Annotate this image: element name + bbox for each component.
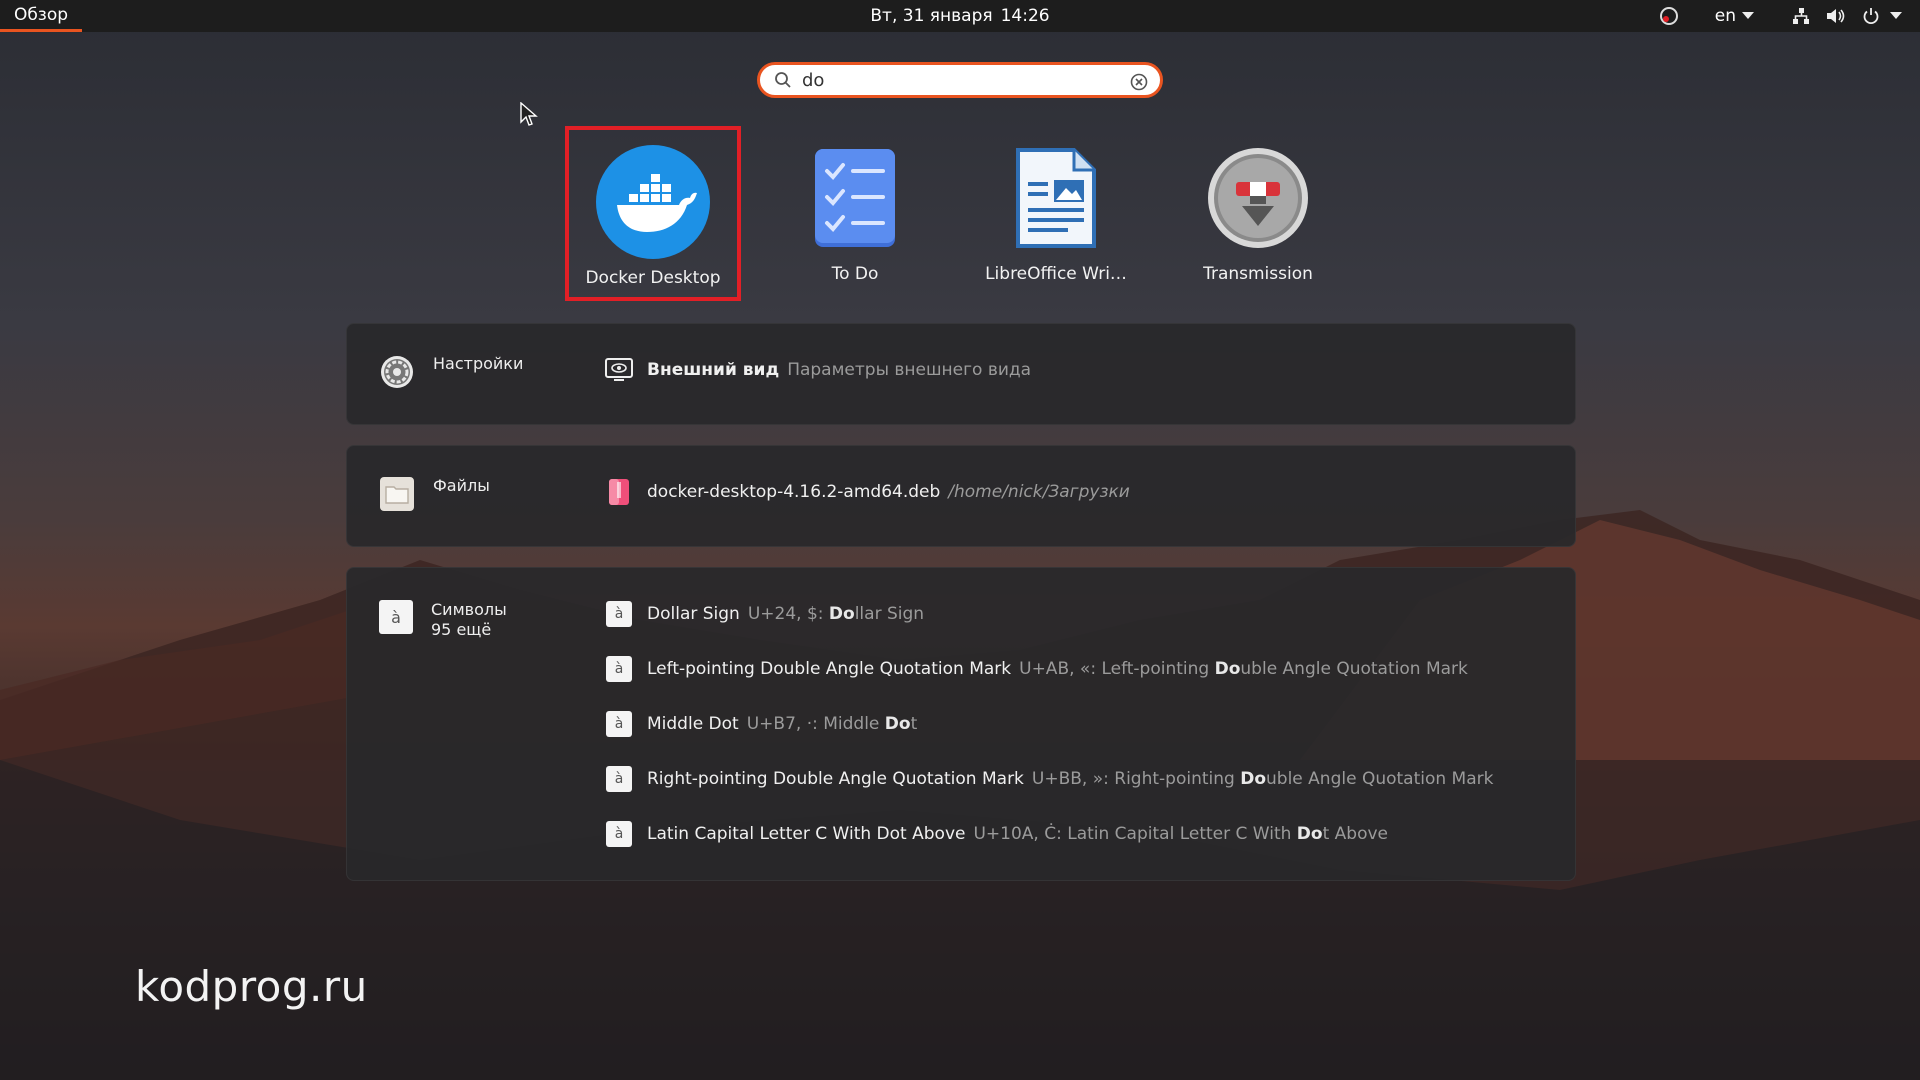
characters-app-icon: à [379, 600, 413, 634]
result-title: Внешний вид [647, 360, 780, 380]
result-character[interactable]: à Dollar Sign U+24, $: Dollar Sign [605, 598, 924, 630]
settings-gear-icon [381, 356, 413, 388]
appearance-icon [605, 358, 633, 381]
result-character[interactable]: à Right-pointing Double Angle Quotation … [605, 763, 1493, 795]
app-transmission[interactable]: Transmission [1170, 126, 1346, 301]
todo-icon [797, 140, 913, 256]
indicator-applet[interactable] [1659, 6, 1679, 26]
provider-settings[interactable]: Настройки [379, 354, 523, 390]
app-to-do[interactable]: To Do [767, 126, 943, 301]
transmission-icon [1200, 140, 1316, 256]
keyboard-layout-label: en [1714, 6, 1736, 26]
result-description: U+B7, ·: Middle Dot [746, 714, 918, 734]
app-docker-desktop[interactable]: Docker Desktop [565, 126, 741, 301]
result-title: Middle Dot [647, 714, 739, 734]
provider-name: Файлы [433, 476, 490, 495]
app-label: Docker Desktop [585, 268, 721, 288]
search-input[interactable] [800, 68, 1104, 92]
app-label: Transmission [1203, 264, 1313, 284]
power-icon [1863, 8, 1879, 25]
more-results-count: 95 ещё [431, 620, 492, 639]
result-description: U+BB, »: Right-pointing Double Angle Quo… [1031, 769, 1494, 789]
volume-icon [1827, 9, 1845, 23]
app-label: LibreOffice Wri… [985, 264, 1127, 284]
result-character[interactable]: à Middle Dot U+B7, ·: Middle Dot [605, 708, 917, 740]
watermark-text: kodprog.ru [135, 962, 368, 1011]
provider-files[interactable]: Файлы [379, 476, 490, 512]
result-title: Left-pointing Double Angle Quotation Mar… [647, 659, 1012, 679]
chevron-down-icon [1890, 12, 1902, 19]
result-title: Latin Capital Letter C With Dot Above [647, 824, 966, 844]
files-results-panel: Файлы docker-desktop-4.16.2-amd64.deb /h… [346, 445, 1576, 547]
app-results: Docker Desktop To Do LibreOffice Wri… Tr… [0, 126, 1920, 301]
keyboard-layout-menu[interactable]: en [1715, 6, 1754, 26]
chevron-down-icon [1742, 12, 1754, 19]
volume-indicator[interactable] [1826, 7, 1846, 25]
mouse-cursor-icon [520, 102, 538, 126]
result-description: U+AB, «: Left-pointing Double Angle Quot… [1019, 659, 1468, 679]
characters-results-panel: à Символы 95 ещё à Dollar Sign U+24, $: … [346, 567, 1576, 881]
result-title: Right-pointing Double Angle Quotation Ma… [647, 769, 1024, 789]
result-deb-file[interactable]: docker-desktop-4.16.2-amd64.deb /home/ni… [605, 476, 1130, 508]
result-character[interactable]: à Latin Capital Letter C With Dot Above … [605, 818, 1388, 850]
clock[interactable]: Вт, 31 января 14:26 [870, 0, 1049, 32]
provider-name: Символы [431, 600, 507, 619]
search-box[interactable] [757, 62, 1163, 98]
result-character[interactable]: à Left-pointing Double Angle Quotation M… [605, 653, 1468, 685]
result-description: Параметры внешнего вида [787, 360, 1032, 380]
result-description: U+10A, Ċ: Latin Capital Letter C With Do… [973, 824, 1389, 844]
character-icon: à [606, 656, 632, 682]
top-bar: Обзор Вт, 31 января 14:26 en [0, 0, 1920, 32]
recording-icon [1659, 7, 1678, 25]
result-title: Dollar Sign [647, 604, 740, 624]
docker-icon [595, 144, 711, 260]
clear-search-icon[interactable] [1130, 73, 1148, 91]
network-indicator[interactable] [1792, 7, 1810, 25]
deb-package-icon [609, 479, 629, 505]
system-tray: en [1651, 0, 1920, 32]
result-title: docker-desktop-4.16.2-amd64.deb [647, 482, 941, 502]
provider-characters[interactable]: à Символы 95 ещё [379, 600, 507, 640]
network-icon [1793, 8, 1809, 24]
date-label: Вт, 31 января [870, 6, 993, 26]
settings-results-panel: Настройки Внешний вид Параметры внешнего… [346, 323, 1576, 425]
character-icon: à [606, 766, 632, 792]
result-appearance[interactable]: Внешний вид Параметры внешнего вида [605, 354, 1031, 386]
provider-name: Настройки [433, 354, 524, 373]
app-libreoffice-writer[interactable]: LibreOffice Wri… [968, 126, 1144, 301]
time-label: 14:26 [1000, 6, 1050, 26]
libreoffice-writer-icon [998, 140, 1114, 256]
search-icon [775, 72, 791, 88]
app-label: To Do [831, 264, 879, 284]
result-description: U+24, $: Dollar Sign [747, 604, 925, 624]
power-menu[interactable] [1862, 7, 1902, 25]
character-icon: à [606, 711, 632, 737]
activities-button[interactable]: Обзор [0, 0, 82, 32]
character-icon: à [606, 821, 632, 847]
folder-icon [380, 477, 414, 511]
activities-label: Обзор [13, 4, 69, 25]
result-description: /home/nick/Загрузки [948, 482, 1130, 502]
character-icon: à [606, 601, 632, 627]
